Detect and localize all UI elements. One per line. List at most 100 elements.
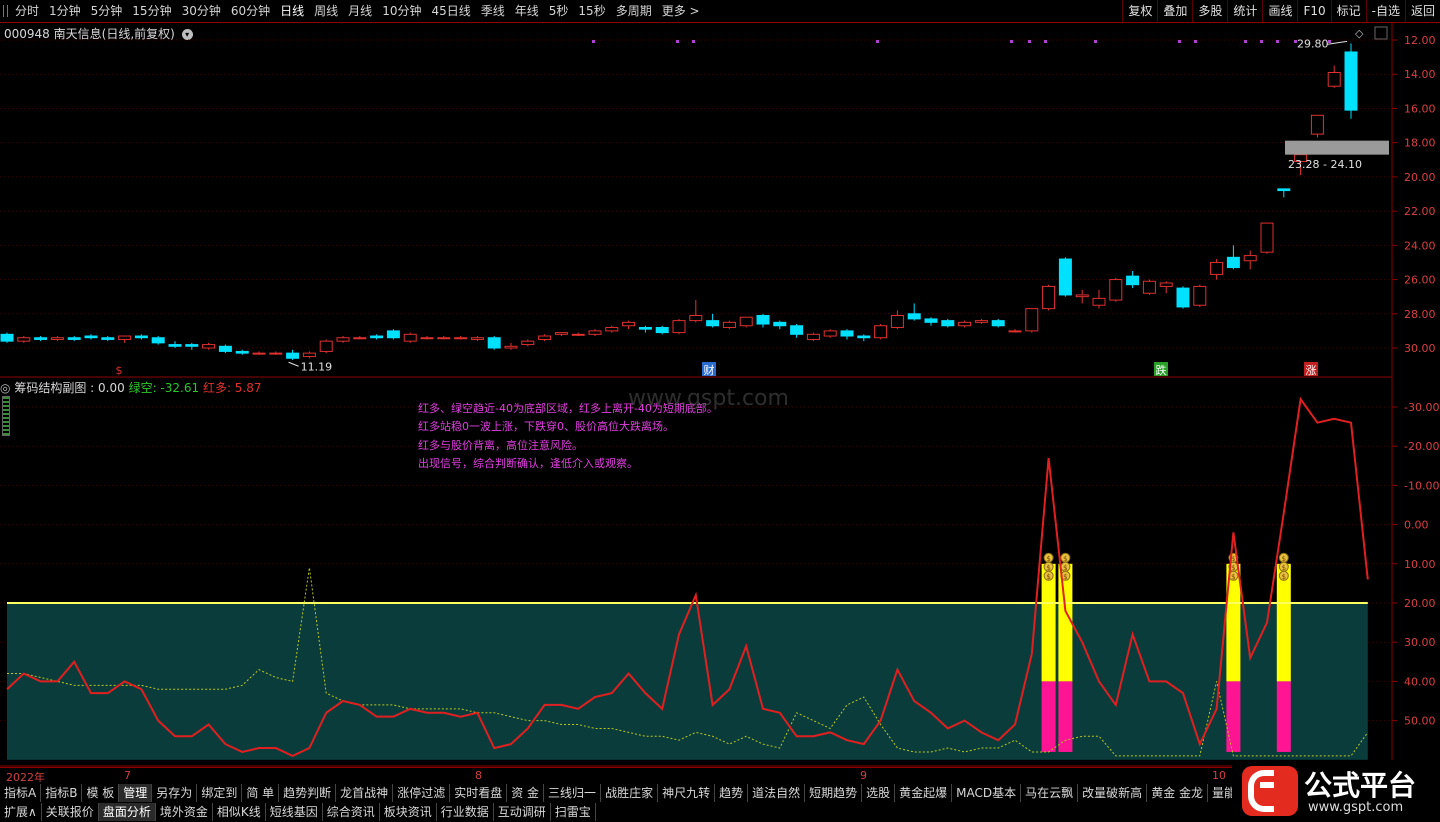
candle-body (706, 320, 720, 327)
price-tick-label: 28.00 (1404, 308, 1436, 321)
candle-body (470, 337, 484, 340)
time-label-year: 2022年 (6, 771, 45, 784)
candle-body (252, 352, 266, 355)
low-arrow-icon (288, 361, 299, 367)
info-tab[interactable]: 关联报价 (42, 803, 99, 821)
indicator-gear-icon[interactable]: ◎ (0, 381, 10, 395)
candle-body (1142, 280, 1156, 294)
indicator-tab[interactable]: 马在云飘 (1021, 784, 1079, 802)
indicator-tab[interactable]: 趋势 (715, 784, 749, 802)
candle-body (319, 340, 333, 352)
info-tab[interactable]: 综合资讯 (323, 803, 380, 821)
indicator-tab[interactable]: 改量破新高 (1078, 784, 1148, 802)
info-tab[interactable]: 短线基因 (266, 803, 323, 821)
time-axis: 2022年 7 8 9 10 (0, 767, 1235, 784)
candle-body (1042, 285, 1056, 310)
signal-dot (876, 40, 879, 43)
signal-dot (676, 40, 679, 43)
candle-body (302, 352, 316, 358)
signal-dot (1194, 40, 1197, 43)
money-bag-glyph: $ (1063, 555, 1067, 563)
candle-body (218, 345, 232, 352)
candle-body (1058, 258, 1072, 296)
candle-body (84, 335, 98, 339)
candle-body (622, 321, 636, 327)
indicator-tab[interactable]: 涨停过滤 (393, 784, 451, 802)
chip-range-label: 23.28 - 24.10 (1288, 158, 1362, 171)
candle-body (554, 332, 568, 335)
indicator-note-4: 出现信号，综合判断确认，逢低介入或观察。 (418, 457, 638, 470)
indicator-tab[interactable]: 道法自然 (748, 784, 806, 802)
candle-body (958, 321, 972, 327)
candle-body (269, 352, 283, 355)
money-bag-glyph: $ (1282, 555, 1286, 563)
time-label-jul: 7 (124, 769, 131, 782)
info-tab[interactable]: 行业数据 (437, 803, 494, 821)
price-tick-label: 26.00 (1404, 274, 1436, 287)
signal-bar-yellow (1276, 563, 1291, 682)
candle-body (790, 325, 804, 335)
candle-body (521, 340, 535, 346)
candle-body (991, 320, 1005, 327)
info-tab[interactable]: 扩展∧ (0, 803, 42, 821)
info-tab[interactable]: 盘面分析 (98, 803, 156, 821)
indicator-tab[interactable]: 黄金 金龙 (1147, 784, 1209, 802)
candle-body (941, 320, 955, 327)
signal-dot (1328, 40, 1331, 43)
lvkong-label: 绿空: -32.61 (128, 381, 200, 395)
candle-body (890, 314, 904, 328)
signal-dot (692, 40, 695, 43)
candle-body (857, 335, 871, 339)
indicator-name: 筹码结构副图 (14, 381, 87, 395)
indicator-tab[interactable]: 另存为 (152, 784, 198, 802)
candle-body (840, 330, 854, 337)
indicator-tab[interactable]: MACD基本 (952, 784, 1022, 802)
indicator-tab[interactable]: 黄金起爆 (895, 784, 953, 802)
candle-body (286, 352, 300, 359)
indicator-tab[interactable]: 战胜庄家 (601, 784, 659, 802)
candle-body (1226, 256, 1240, 269)
indicator-tick-label: 50.00 (1404, 715, 1436, 728)
indicator-tab[interactable]: 龙首战神 (336, 784, 394, 802)
indicator-tab[interactable]: 三线归一 (544, 784, 602, 802)
indicator-tab[interactable]: 趋势判断 (279, 784, 337, 802)
time-label-sep: 9 (860, 769, 867, 782)
info-tab[interactable]: 相似K线 (213, 803, 266, 821)
indicator-tick-label: 30.00 (1404, 636, 1436, 649)
signal-bar-pink (1041, 681, 1056, 752)
candle-body (50, 337, 64, 340)
info-tab[interactable]: 板块资讯 (380, 803, 437, 821)
signal-dot (592, 40, 595, 43)
indicator-tab[interactable]: 管理 (119, 784, 153, 802)
gspt-logo: 公式平台 www.gspt.com (1232, 760, 1440, 822)
indicator-tab[interactable]: 资 金 (507, 784, 545, 802)
indicator-tab[interactable]: 实时看盘 (450, 784, 508, 802)
candle-body (924, 318, 938, 323)
indicator-tab[interactable]: 神尺九转 (658, 784, 716, 802)
indicator-tab[interactable]: 指标B (41, 784, 83, 802)
event-marker: 跌 (1156, 363, 1167, 377)
indicator-tab[interactable]: 模 板 (82, 784, 120, 802)
candle-body (722, 321, 736, 328)
indicator-tick-label: 0.00 (1404, 519, 1429, 532)
info-tab[interactable]: 扫雷宝 (551, 803, 596, 821)
indicator-tab[interactable]: 指标A (0, 784, 42, 802)
price-tick-label: 14.00 (1404, 68, 1436, 81)
candle-body (1260, 222, 1274, 253)
candle-body (420, 337, 434, 340)
candle-body (235, 350, 249, 354)
event-marker: 财 (704, 363, 715, 377)
time-label-aug: 8 (475, 769, 482, 782)
indicator-tab[interactable]: 选股 (862, 784, 896, 802)
info-tab[interactable]: 境外资金 (156, 803, 213, 821)
candle-body (907, 313, 921, 320)
indicator-tab[interactable]: 绑定到 (197, 784, 243, 802)
candle-body (974, 320, 988, 323)
chart-canvas[interactable]: 29.8011.1923.28 - 24.10$ 财跌涨◇ $$$$$$$$$$$… (0, 0, 1440, 822)
info-tab[interactable]: 互动调研 (494, 803, 551, 821)
indicator-tab[interactable]: 简 单 (242, 784, 280, 802)
indicator-tab[interactable]: 短期趋势 (805, 784, 863, 802)
info-tab-row: 扩展∧ 关联报价 盘面分析 境外资金 相似K线 短线基因 综合资讯 板块资讯 行业数据 互动调研扫… (0, 803, 596, 821)
signal-dot (1044, 40, 1047, 43)
indicator-scroll-handle[interactable] (2, 396, 10, 436)
